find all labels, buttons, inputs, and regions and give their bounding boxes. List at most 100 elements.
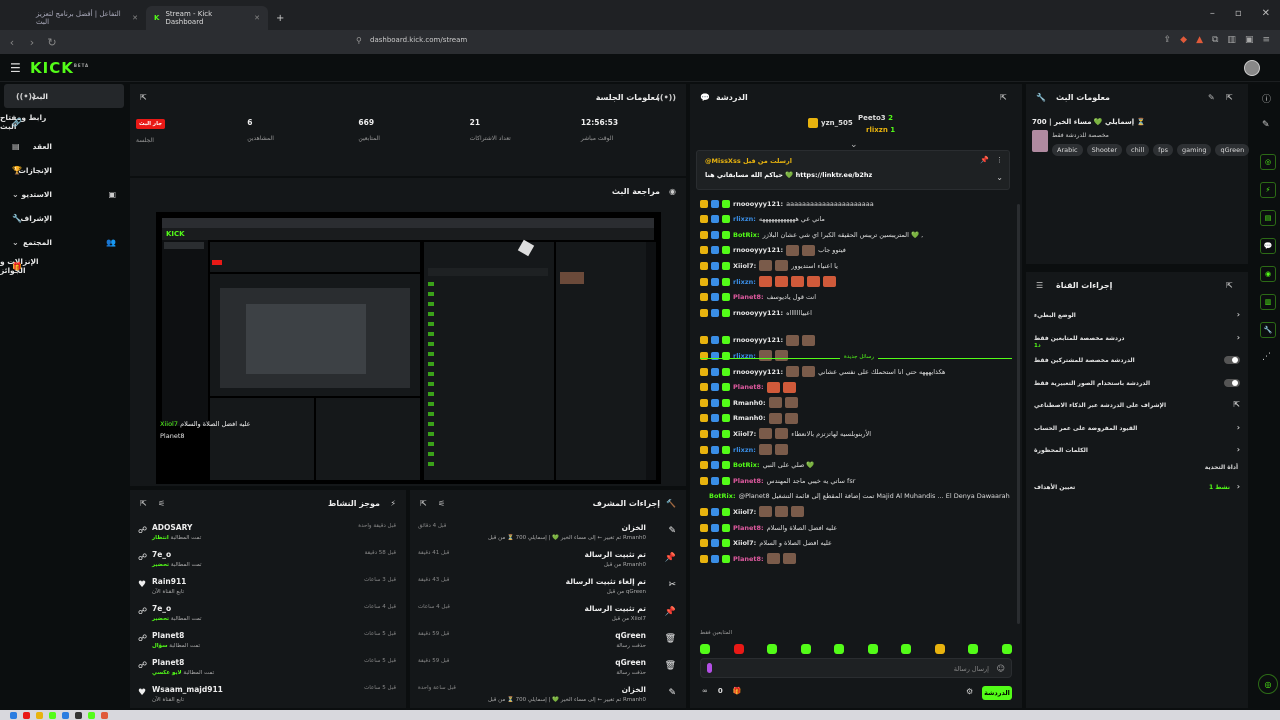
taskbar-app-icon[interactable] (75, 711, 82, 719)
activity-row[interactable]: ☍ 7e_o تمت المطالبة تحضير قبل 58 دقيقة (130, 547, 406, 574)
pin-icon[interactable]: 📌 (980, 156, 989, 164)
toggle-switch[interactable] (1224, 356, 1240, 364)
taskbar-app-icon[interactable] (88, 711, 95, 719)
sidebar-item-community[interactable]: ⌄ المجتمع 👥 (0, 230, 128, 254)
share-icon[interactable]: ⇪ (1164, 35, 1172, 45)
emote-icon[interactable] (968, 644, 979, 654)
chat-username[interactable]: Xiiol7: (733, 430, 756, 438)
chat-username[interactable]: rnoooyyy121: (733, 200, 783, 208)
sidebar-item-stream-key[interactable]: 🔗 رابط ومفتاح البث (0, 110, 128, 134)
mod-action-row[interactable]: 🗑 qGreen حذفت رسالة قبل 59 دقيقة (410, 628, 686, 655)
chat-username[interactable]: Xiiol7: (733, 539, 756, 547)
chat-message[interactable]: Xiiol7: (700, 504, 1012, 519)
menu-icon[interactable]: ≡ (1262, 35, 1270, 45)
chat-username[interactable]: rlixzn: (733, 215, 756, 223)
top-chatter-3[interactable]: rlixzn 1 (866, 126, 895, 134)
emote-icon[interactable] (834, 644, 845, 654)
more-icon[interactable]: ⋮ (996, 156, 1003, 164)
channel-action-row[interactable]: الدردشة باستخدام الصور التعبيرية فقط (1034, 374, 1240, 394)
chat-username[interactable]: rnoooyyy121: (733, 368, 783, 376)
chat-username[interactable]: Planet8: (733, 555, 764, 563)
activity-row[interactable]: ☍ Planet8 تمت المطالبة لايو عكسي قبل 5 ساعا… (130, 655, 406, 682)
broadcast-icon[interactable]: ◉ (1260, 266, 1276, 282)
filter-icon[interactable]: ⚟ (158, 499, 165, 508)
chat-username[interactable]: Planet8: (733, 293, 764, 301)
chat-username[interactable]: BotRix: (709, 492, 736, 500)
popout-icon[interactable]: ⇱ (1226, 281, 1233, 290)
emote-icon[interactable] (901, 644, 912, 654)
chat-message[interactable]: BotRix: المتريبسين تريبس الحقيقه الكبرا ا… (700, 227, 1012, 242)
mod-action-row[interactable]: ✎ الخزان تم تغيير ← إلى مساء الخير 💚 | إسم… (410, 682, 686, 709)
url-field[interactable]: dashboard.kick.com/stream (370, 36, 467, 44)
tag[interactable]: fps (1153, 144, 1173, 156)
sidebar-item-achievements[interactable]: 🏆 الإنجازات (0, 158, 128, 182)
bolt-icon[interactable]: ⚡ (1260, 182, 1276, 198)
chat-username[interactable]: rnoooyyy121: (733, 246, 783, 254)
chat-message[interactable]: Xiiol7: الأربنوبلسيه لهاتزتزم بالانعطاء (700, 426, 1012, 441)
shield-icon[interactable]: ◆ (1180, 35, 1187, 45)
mod-action-row[interactable]: 📌 تم تثبيت الرسالة من قبل Xiiol7 قبل 4 ساعا… (410, 601, 686, 628)
gear-icon[interactable]: ⚙ (966, 687, 973, 696)
chat-message[interactable]: BotRix: صلي على النبي 💚 (700, 458, 1012, 473)
chat-username[interactable]: Planet8: (733, 383, 764, 391)
chat-message[interactable]: BotRix: @Planet8 تمت إضافة المقطع إلى قائ… (700, 489, 1012, 504)
sidebar-item-studio[interactable]: ⌄ الاستديو ▣ (0, 182, 128, 206)
chat-message[interactable]: rnoooyyy121: (700, 333, 1012, 348)
chat-message[interactable]: Planet8: عليه افضل الصلاة والسلام (700, 520, 1012, 535)
tag[interactable]: chill (1126, 144, 1150, 156)
chat-username[interactable]: Rmanh0: (733, 399, 766, 407)
edit-icon[interactable]: ✎ (1262, 120, 1270, 130)
chat-message[interactable]: rnoooyyy121: اعيياااااااه (700, 305, 1012, 320)
database-icon[interactable]: ▥ (1260, 294, 1276, 310)
popout-icon[interactable]: ⇱ (140, 93, 147, 102)
sidebar-item-moderation[interactable]: 🔧 الإشراف (0, 206, 128, 230)
taskbar-app-icon[interactable] (101, 711, 108, 719)
taskbar-app-icon[interactable] (23, 711, 30, 719)
chat-message[interactable]: rnoooyyy121: aaaaaaaaaaaaaaaaaaaaaa (700, 196, 1012, 211)
send-chat-button[interactable]: الدردشة (982, 686, 1012, 700)
kick-logo[interactable]: KICKBETA (30, 59, 89, 77)
browser-tab-2[interactable]: K Stream - Kick Dashboard ✕ (146, 6, 268, 30)
chat-username[interactable]: Rmanh0: (733, 414, 766, 422)
popout-icon[interactable]: ⇱ (1000, 93, 1007, 102)
stream-preview-video[interactable]: KICK Xiiol7 عليه افضل الصلاة والسلام Pla… (156, 212, 661, 484)
pinned-message[interactable]: @MissXss ارسلت من قبل حياكم الله مسابقات… (696, 150, 1010, 190)
sidebar-item-stream[interactable]: ((•)) البث (4, 84, 124, 108)
chevron-down-icon[interactable]: ⌄ (850, 140, 858, 150)
close-icon[interactable]: ✕ (254, 14, 260, 22)
mod-action-row[interactable]: 🗑 qGreen حذفت رسالة قبل 59 دقيقة (410, 655, 686, 682)
chevron-down-icon[interactable]: ⌄ (996, 173, 1003, 182)
chat-input[interactable]: ☺ إرسال رسالة (700, 658, 1012, 678)
chat-message[interactable]: rlixzn: (700, 442, 1012, 457)
chat-username[interactable]: rnoooyyy121: (733, 309, 783, 317)
emote-icon[interactable] (867, 644, 878, 654)
infinity-icon[interactable]: ∞ (702, 687, 708, 695)
close-icon[interactable]: ✕ (132, 14, 138, 22)
wrench-icon[interactable]: 🔧 (1260, 322, 1276, 338)
chat-username[interactable]: Xiiol7: (733, 508, 756, 516)
mod-action-row[interactable]: ✂ تم إلغاء تثبيت الرسالة من قبل qGreen قبل … (410, 574, 686, 601)
maximize-icon[interactable]: ▫ (1235, 8, 1242, 19)
chat-username[interactable]: Planet8: (733, 524, 764, 532)
document-icon[interactable]: ▤ (1260, 210, 1276, 226)
popout-icon[interactable]: ⇱ (140, 499, 147, 508)
close-window-icon[interactable]: ✕ (1262, 8, 1270, 19)
minimize-icon[interactable]: – (1210, 8, 1215, 19)
emote-icon[interactable] (800, 644, 811, 654)
top-chatter-1[interactable]: yzn_505 (808, 118, 853, 128)
gift-icon[interactable]: 🎁 (733, 687, 742, 695)
channel-action-row[interactable]: › الكلمات المحظورة (1034, 441, 1240, 461)
channel-action-row[interactable]: › القيود المفروضة على عمر الحساب (1034, 419, 1240, 439)
sidebar-item-drops[interactable]: 🎁 الإنزالات و الجوائز (0, 254, 128, 278)
tag[interactable]: Shooter (1086, 144, 1123, 156)
channel-action-row[interactable]: › الوضع البطيء (1034, 306, 1240, 326)
chat-icon[interactable]: 💬 (1260, 238, 1276, 254)
chat-username[interactable]: rlixzn: (733, 278, 756, 286)
channel-action-row[interactable]: الدردشة مخصصة للمشتركين فقط (1034, 351, 1240, 371)
chat-message[interactable]: Planet8: انت قول ياديوسف (700, 290, 1012, 305)
activity-row[interactable]: ♥ Rain911 تابع القناة الآن قبل 3 ساعات (130, 574, 406, 601)
chat-message[interactable]: rnoooyyy121: فيتوو جاب (700, 243, 1012, 258)
activity-row[interactable]: ♥ Wsaam_majd911 تابع القناة الآن قبل 5 ساع… (130, 682, 406, 709)
extensions-icon[interactable]: ⧉ (1212, 35, 1218, 45)
chat-message[interactable]: Xiiol7: يا اعنياء استديوور (700, 258, 1012, 273)
